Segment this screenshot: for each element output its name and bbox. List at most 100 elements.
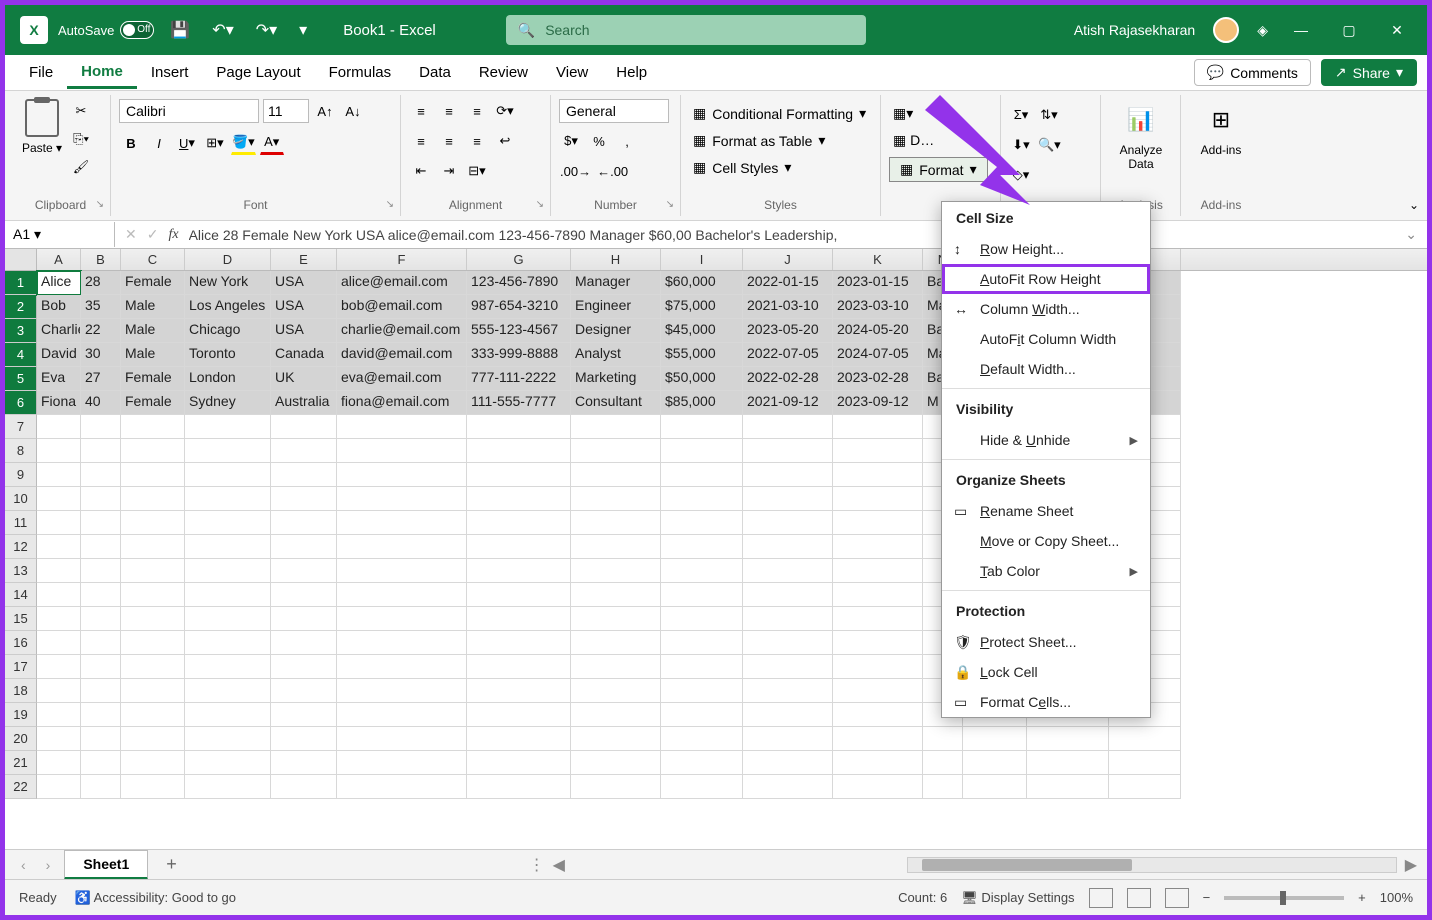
row-header[interactable]: 14 bbox=[5, 583, 37, 607]
cell[interactable] bbox=[81, 487, 121, 511]
cut-icon[interactable]: ✂ bbox=[69, 99, 93, 123]
cell[interactable]: 2023-03-10 bbox=[833, 295, 923, 319]
column-header[interactable]: B bbox=[81, 249, 121, 270]
cell[interactable] bbox=[743, 679, 833, 703]
cell[interactable] bbox=[185, 511, 271, 535]
dd-autofit-row-height[interactable]: AutoFit Row Height bbox=[942, 264, 1150, 294]
cell[interactable] bbox=[337, 655, 467, 679]
dd-protect-sheet[interactable]: 🛡Protect Sheet... bbox=[942, 627, 1150, 657]
dd-tab-color[interactable]: Tab Color▶ bbox=[942, 556, 1150, 586]
cell[interactable] bbox=[121, 703, 185, 727]
cell[interactable] bbox=[271, 463, 337, 487]
cell[interactable] bbox=[743, 727, 833, 751]
cell[interactable] bbox=[185, 487, 271, 511]
cell[interactable] bbox=[271, 751, 337, 775]
cell[interactable] bbox=[467, 439, 571, 463]
zoom-slider[interactable] bbox=[1224, 896, 1344, 900]
cell[interactable] bbox=[337, 463, 467, 487]
cell[interactable] bbox=[833, 727, 923, 751]
merge-icon[interactable]: ⊟▾ bbox=[465, 159, 489, 183]
cell[interactable]: USA bbox=[271, 319, 337, 343]
cell[interactable] bbox=[661, 511, 743, 535]
cell[interactable]: Australia bbox=[271, 391, 337, 415]
cell[interactable] bbox=[37, 583, 81, 607]
row-header[interactable]: 9 bbox=[5, 463, 37, 487]
cell[interactable] bbox=[337, 679, 467, 703]
cell[interactable] bbox=[833, 439, 923, 463]
tab-data[interactable]: Data bbox=[405, 58, 465, 87]
cell[interactable] bbox=[467, 607, 571, 631]
cell[interactable] bbox=[467, 775, 571, 799]
dd-rename-sheet[interactable]: ▭Rename Sheet bbox=[942, 496, 1150, 526]
cell[interactable] bbox=[37, 511, 81, 535]
cell[interactable]: bob@email.com bbox=[337, 295, 467, 319]
cell[interactable] bbox=[81, 463, 121, 487]
cell[interactable]: 2023-01-15 bbox=[833, 271, 923, 295]
cell[interactable]: Alice bbox=[37, 271, 81, 295]
cell[interactable] bbox=[743, 751, 833, 775]
cell[interactable]: Male bbox=[121, 343, 185, 367]
row-header[interactable]: 7 bbox=[5, 415, 37, 439]
cell[interactable] bbox=[661, 655, 743, 679]
scroll-left-icon[interactable]: ◀ bbox=[553, 855, 565, 875]
number-launcher-icon[interactable]: ↘ bbox=[666, 199, 674, 210]
cell[interactable]: 111-555-7777 bbox=[467, 391, 571, 415]
dd-row-height[interactable]: ↕Row Height... bbox=[942, 234, 1150, 264]
cell[interactable] bbox=[121, 679, 185, 703]
cell[interactable]: 2022-07-05 bbox=[743, 343, 833, 367]
cell[interactable] bbox=[571, 631, 661, 655]
bold-button[interactable]: B bbox=[119, 131, 143, 155]
wrap-text-icon[interactable]: ↩ bbox=[493, 129, 517, 153]
cell[interactable] bbox=[833, 463, 923, 487]
dd-autofit-column-width[interactable]: AutoFit Column Width bbox=[942, 324, 1150, 354]
decrease-decimal-icon[interactable]: ←.00 bbox=[596, 159, 629, 183]
cell[interactable]: 2023-02-28 bbox=[833, 367, 923, 391]
cell[interactable] bbox=[81, 583, 121, 607]
cell[interactable]: 28 bbox=[81, 271, 121, 295]
cell[interactable] bbox=[121, 583, 185, 607]
cell[interactable]: Female bbox=[121, 391, 185, 415]
cell[interactable] bbox=[81, 607, 121, 631]
cell[interactable] bbox=[271, 583, 337, 607]
cell[interactable] bbox=[571, 679, 661, 703]
cells-area[interactable]: Alice28FemaleNew YorkUSAalice@email.com1… bbox=[37, 271, 1427, 799]
increase-font-icon[interactable]: A↑ bbox=[313, 99, 337, 123]
cell[interactable] bbox=[833, 583, 923, 607]
cell[interactable] bbox=[467, 511, 571, 535]
expand-formula-icon[interactable]: ⌄ bbox=[1405, 226, 1417, 243]
cell[interactable]: USA bbox=[271, 271, 337, 295]
redo-icon[interactable]: ↷▾ bbox=[250, 16, 283, 44]
zoom-out-icon[interactable]: − bbox=[1203, 890, 1211, 905]
cell[interactable] bbox=[833, 775, 923, 799]
cell[interactable]: david@email.com bbox=[337, 343, 467, 367]
align-center-icon[interactable]: ≡ bbox=[437, 129, 461, 153]
cell[interactable] bbox=[963, 751, 1027, 775]
cell[interactable] bbox=[121, 751, 185, 775]
cell[interactable] bbox=[271, 415, 337, 439]
autosum-icon[interactable]: Σ▾ bbox=[1009, 103, 1033, 127]
sheet-nav-next-icon[interactable]: › bbox=[40, 857, 57, 873]
format-as-table-button[interactable]: ▦ Format as Table ▾ bbox=[689, 130, 829, 151]
enter-formula-icon[interactable]: ✓ bbox=[147, 226, 159, 243]
cell[interactable]: 2024-05-20 bbox=[833, 319, 923, 343]
cell[interactable] bbox=[661, 583, 743, 607]
cell[interactable] bbox=[185, 703, 271, 727]
cell[interactable]: 35 bbox=[81, 295, 121, 319]
cell[interactable]: Fiona bbox=[37, 391, 81, 415]
cell[interactable] bbox=[1109, 751, 1181, 775]
cell[interactable] bbox=[337, 439, 467, 463]
display-settings-button[interactable]: 🖥 Display Settings bbox=[961, 890, 1074, 906]
cell[interactable] bbox=[1109, 775, 1181, 799]
cell[interactable] bbox=[81, 415, 121, 439]
row-header[interactable]: 3 bbox=[5, 319, 37, 343]
font-color-icon[interactable]: A▾ bbox=[260, 131, 284, 155]
cell[interactable] bbox=[37, 775, 81, 799]
cell[interactable] bbox=[37, 703, 81, 727]
cell[interactable] bbox=[661, 487, 743, 511]
tab-insert[interactable]: Insert bbox=[137, 58, 203, 87]
cell[interactable] bbox=[121, 439, 185, 463]
cell[interactable] bbox=[743, 607, 833, 631]
cell[interactable] bbox=[37, 415, 81, 439]
cell[interactable] bbox=[833, 559, 923, 583]
cell[interactable] bbox=[81, 655, 121, 679]
